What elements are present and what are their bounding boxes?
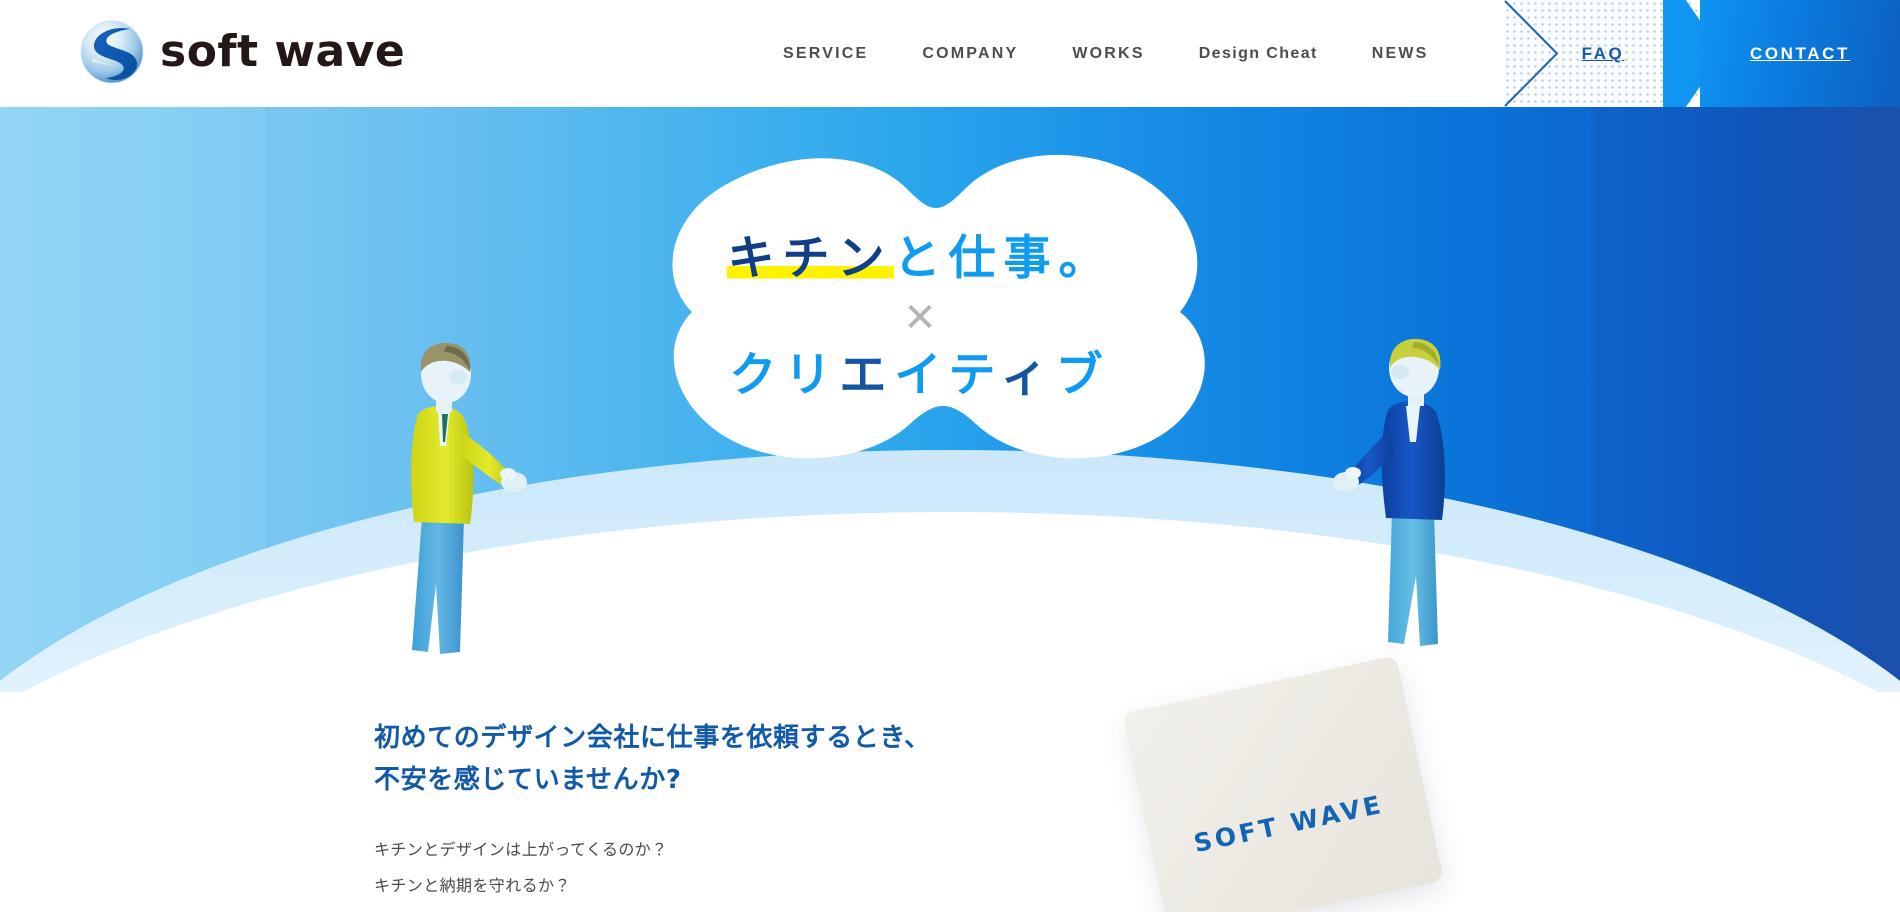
hero-copy: キチンと仕事。 ✕ クリエイティブ [540, 152, 1300, 482]
intro-subtext: キチンとデザインは上がってくるのか？ キチンと納期を守れるか？ [374, 832, 668, 904]
figure-left-yellow-jacket [388, 322, 528, 654]
hero-line2-char-5: ィ [1000, 348, 1056, 403]
hero-headline-highlight: キチン [726, 231, 894, 286]
intro-lead-line1: 初めてのデザイン会社に仕事を依頼するとき、 [374, 723, 931, 753]
intro-lead-line2: 不安を感じていませんか? [374, 765, 682, 796]
hero-line2-char-0: ク [729, 348, 785, 403]
page-root: soft wave SERVICE COMPANY WORKS Design C… [0, 0, 1900, 912]
nav-item-service[interactable]: SERVICE [756, 45, 895, 62]
business-card-label: SOFT WAVE [1191, 789, 1387, 859]
hero-line2-char-6: ブ [1055, 348, 1111, 403]
nav-item-works[interactable]: WORKS [1045, 45, 1171, 62]
nav-item-design-cheat[interactable]: Design Cheat [1172, 45, 1345, 62]
intro-sub-line2: キチンと納期を守れるか？ [374, 876, 571, 895]
swirl-globe-icon [78, 18, 146, 86]
site-header: soft wave SERVICE COMPANY WORKS Design C… [0, 0, 1900, 107]
hero-headline-line1: キチンと仕事。 [726, 231, 1114, 286]
intro-lead: 初めてのデザイン会社に仕事を依頼するとき、 不安を感じていませんか? [374, 717, 931, 801]
hero-line2-char-3: イ [894, 348, 949, 403]
figure-right-blue-jacket [1330, 322, 1458, 646]
hero-section: キチンと仕事。 ✕ クリエイティブ [0, 107, 1900, 692]
main-navigation: SERVICE COMPANY WORKS Design Cheat NEWS [756, 0, 1456, 107]
logo-wordmark: soft wave [160, 26, 406, 77]
hero-line2-char-4: テ [948, 348, 1001, 403]
nav-item-contact[interactable]: CONTACT [1700, 0, 1900, 107]
hero-headline-rest: と仕事。 [893, 231, 1114, 286]
site-logo[interactable]: soft wave [78, 18, 405, 86]
intro-sub-line1: キチンとデザインは上がってくるのか？ [374, 840, 668, 859]
business-card-image: SOFT WAVE [1122, 655, 1444, 912]
hero-headline-line2: クリエイティブ [729, 352, 1110, 399]
hero-speech-bubble: キチンと仕事。 ✕ クリエイティブ [540, 152, 1300, 482]
nav-item-news[interactable]: NEWS [1345, 45, 1456, 62]
hero-line2-char-2: エ [839, 348, 895, 403]
hero-line2-char-1: リ [784, 348, 840, 403]
nav-item-company[interactable]: COMPANY [895, 45, 1045, 62]
intro-section: 初めてのデザイン会社に仕事を依頼するとき、 不安を感じていませんか? キチンとデ… [0, 655, 1900, 912]
cross-separator-icon: ✕ [903, 296, 937, 340]
nav-item-faq[interactable]: FAQ [1504, 0, 1728, 107]
